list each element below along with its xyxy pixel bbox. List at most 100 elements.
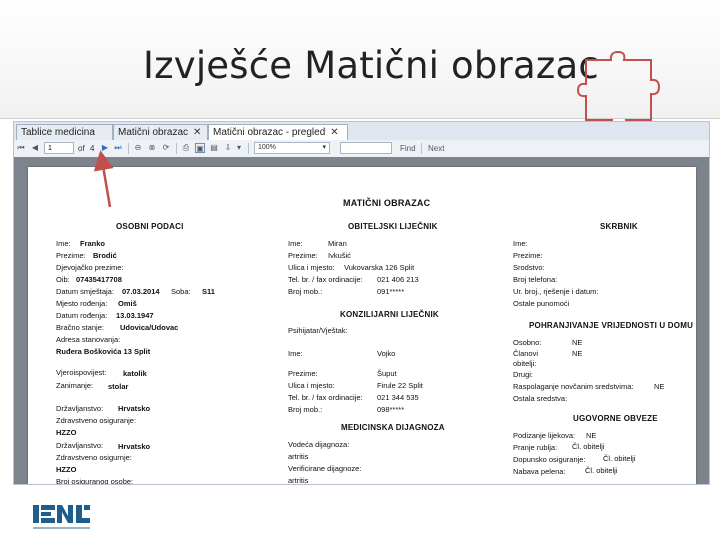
field-label: Broj mob.: — [288, 287, 323, 296]
page-setup-icon[interactable]: ▤ — [209, 143, 219, 153]
tab-label: Matični obrazac - pregled — [213, 127, 326, 138]
export-icon[interactable]: ⇩ — [223, 143, 233, 153]
field-label: Tel. br. / fax ordinacije: — [288, 393, 363, 402]
field-label: Dopunsko osiguranje: — [513, 455, 586, 464]
field-value: artritis — [288, 452, 309, 461]
field-label: Psihijatar/Vještak: — [288, 326, 348, 335]
tab-maticni-obrazac[interactable]: Matični obrazac ✕ — [113, 124, 208, 140]
field-value: NE — [572, 349, 583, 358]
field-label: Soba: — [171, 287, 191, 296]
field-label: Bračno stanje: — [56, 323, 104, 332]
tab-label: Matični obrazac — [118, 127, 189, 138]
print-icon[interactable]: ⎙ — [181, 143, 191, 153]
field-label: Osobno: — [513, 338, 542, 347]
page-of-label: of — [78, 144, 85, 153]
field-value: NE — [586, 431, 597, 440]
find-input[interactable] — [340, 142, 392, 154]
field-label: Ime: — [288, 239, 303, 248]
section-heading-ugovorne: UGOVORNE OBVEZE — [573, 414, 658, 423]
field-label: Podizanje lijekova: — [513, 431, 576, 440]
field-value: Hrvatsko — [118, 442, 151, 451]
field-value: S11 — [202, 287, 215, 296]
field-label: Vodeća dijagnoza: — [288, 440, 350, 449]
field-label: Verificirane dijagnoze: — [288, 464, 362, 473]
field-label: Tel. br. / fax ordinacije: — [288, 275, 363, 284]
field-value: stolar — [108, 382, 129, 391]
section-heading-skrbnik: SKRBNIK — [600, 222, 638, 231]
field-label: Zdravstveno osiguranje: — [56, 416, 137, 425]
last-page-icon[interactable]: ⏭ — [113, 143, 123, 153]
field-label: Oib: — [56, 275, 70, 284]
report-toolbar: ⏮ ◀ of 4 ▶ ⏭ ⊖ ⊗ ⟳ ⎙ ▣ ▤ ⇩ ▾ 100% ▾ Find… — [14, 140, 709, 158]
company-logo — [33, 505, 90, 529]
field-label: Državljanstvo: — [56, 404, 104, 413]
tab-maticni-obrazac-pregled[interactable]: Matični obrazac - pregled ✕ — [208, 124, 348, 141]
field-label: Broj telefona: — [513, 275, 558, 284]
field-value: Ivkušić — [328, 251, 351, 260]
section-heading-pohranjivanje: POHRANJIVANJE VRIJEDNOSTI U DOMU — [529, 321, 694, 330]
section-heading-osobni: OSOBNI PODACI — [116, 222, 184, 231]
chevron-down-icon: ▾ — [322, 144, 326, 151]
toolbar-separator — [248, 143, 249, 154]
toolbar-separator — [128, 143, 129, 154]
field-label: Zanimanje: — [56, 381, 94, 390]
field-value: Ruđera Boškovića 13 Split — [56, 347, 151, 356]
field-label: Nabava pelena: — [513, 467, 566, 476]
tab-label: Tablice medicina — [21, 127, 95, 138]
field-value: Čl. obitelji — [585, 466, 618, 475]
field-label: Broj mob.: — [288, 405, 323, 414]
field-value: Vojko — [377, 349, 396, 358]
field-label: Vjeroispovijest: — [56, 368, 107, 377]
field-value: artritis — [288, 476, 309, 485]
section-heading-konzilijarni: KONZILIJARNI LIJEČNIK — [340, 310, 439, 319]
slide-title: Izvješće Matični obrazac — [143, 44, 599, 87]
stop-icon[interactable]: ⊗ — [147, 143, 157, 153]
close-icon[interactable]: ✕ — [330, 127, 338, 138]
field-label: Prezime: — [288, 369, 318, 378]
find-link[interactable]: Find — [400, 143, 416, 154]
field-label: Prezime: — [288, 251, 318, 260]
field-value: 098***** — [377, 405, 405, 414]
prev-page-icon[interactable]: ◀ — [30, 143, 40, 153]
close-icon[interactable]: ✕ — [193, 127, 201, 138]
field-label: Prezime: — [513, 251, 543, 260]
field-label: Srodstvo: — [513, 263, 545, 272]
field-value: Brodić — [93, 251, 117, 260]
field-label: obitelji: — [513, 359, 537, 368]
next-link[interactable]: Next — [428, 143, 444, 154]
field-label: Djevojačko prezime: — [56, 263, 124, 272]
field-label: Pranje rublja: — [513, 443, 558, 452]
zoom-select[interactable]: 100% ▾ — [254, 142, 330, 154]
field-value: Miran — [328, 239, 347, 248]
field-label: Prezime: — [56, 251, 86, 260]
field-label: Ostala sredstva: — [513, 394, 568, 403]
field-value: Franko — [80, 239, 106, 248]
field-label: Ime: — [513, 239, 528, 248]
export-dropdown-icon[interactable]: ▾ — [234, 143, 244, 153]
first-page-icon[interactable]: ⏮ — [16, 143, 26, 153]
field-value: HZZO — [56, 465, 77, 474]
field-value: 021 344 535 — [377, 393, 419, 402]
refresh-icon[interactable]: ⟳ — [161, 143, 171, 153]
field-label: Ime: — [56, 239, 71, 248]
field-value: Hrvatsko — [118, 404, 151, 413]
toolbar-separator — [421, 143, 422, 154]
page-number-input[interactable] — [44, 142, 74, 154]
back-icon[interactable]: ⊖ — [133, 143, 143, 153]
field-label: Ime: — [288, 349, 303, 358]
field-label: Datum smještaja: — [56, 287, 114, 296]
field-value: NE — [572, 338, 583, 347]
field-value: Udovica/Udovac — [120, 323, 179, 332]
print-layout-icon[interactable]: ▣ — [195, 143, 205, 153]
tab-tablice-medicina[interactable]: Tablice medicina — [16, 124, 113, 140]
field-value: 13.03.1947 — [116, 311, 154, 320]
field-value: 091***** — [377, 287, 405, 296]
field-label: Ur. broj., rješenje i datum: — [513, 287, 599, 296]
field-value: 07.03.2014 — [122, 287, 160, 296]
section-heading-obiteljski: OBITELJSKI LIJEČNIK — [348, 222, 438, 231]
field-label: Državljanstvo: — [56, 441, 104, 450]
field-label: Članovi — [513, 349, 539, 358]
field-value: 07435417708 — [76, 275, 122, 284]
next-page-icon[interactable]: ▶ — [100, 143, 110, 153]
page-total: 4 — [90, 144, 95, 153]
